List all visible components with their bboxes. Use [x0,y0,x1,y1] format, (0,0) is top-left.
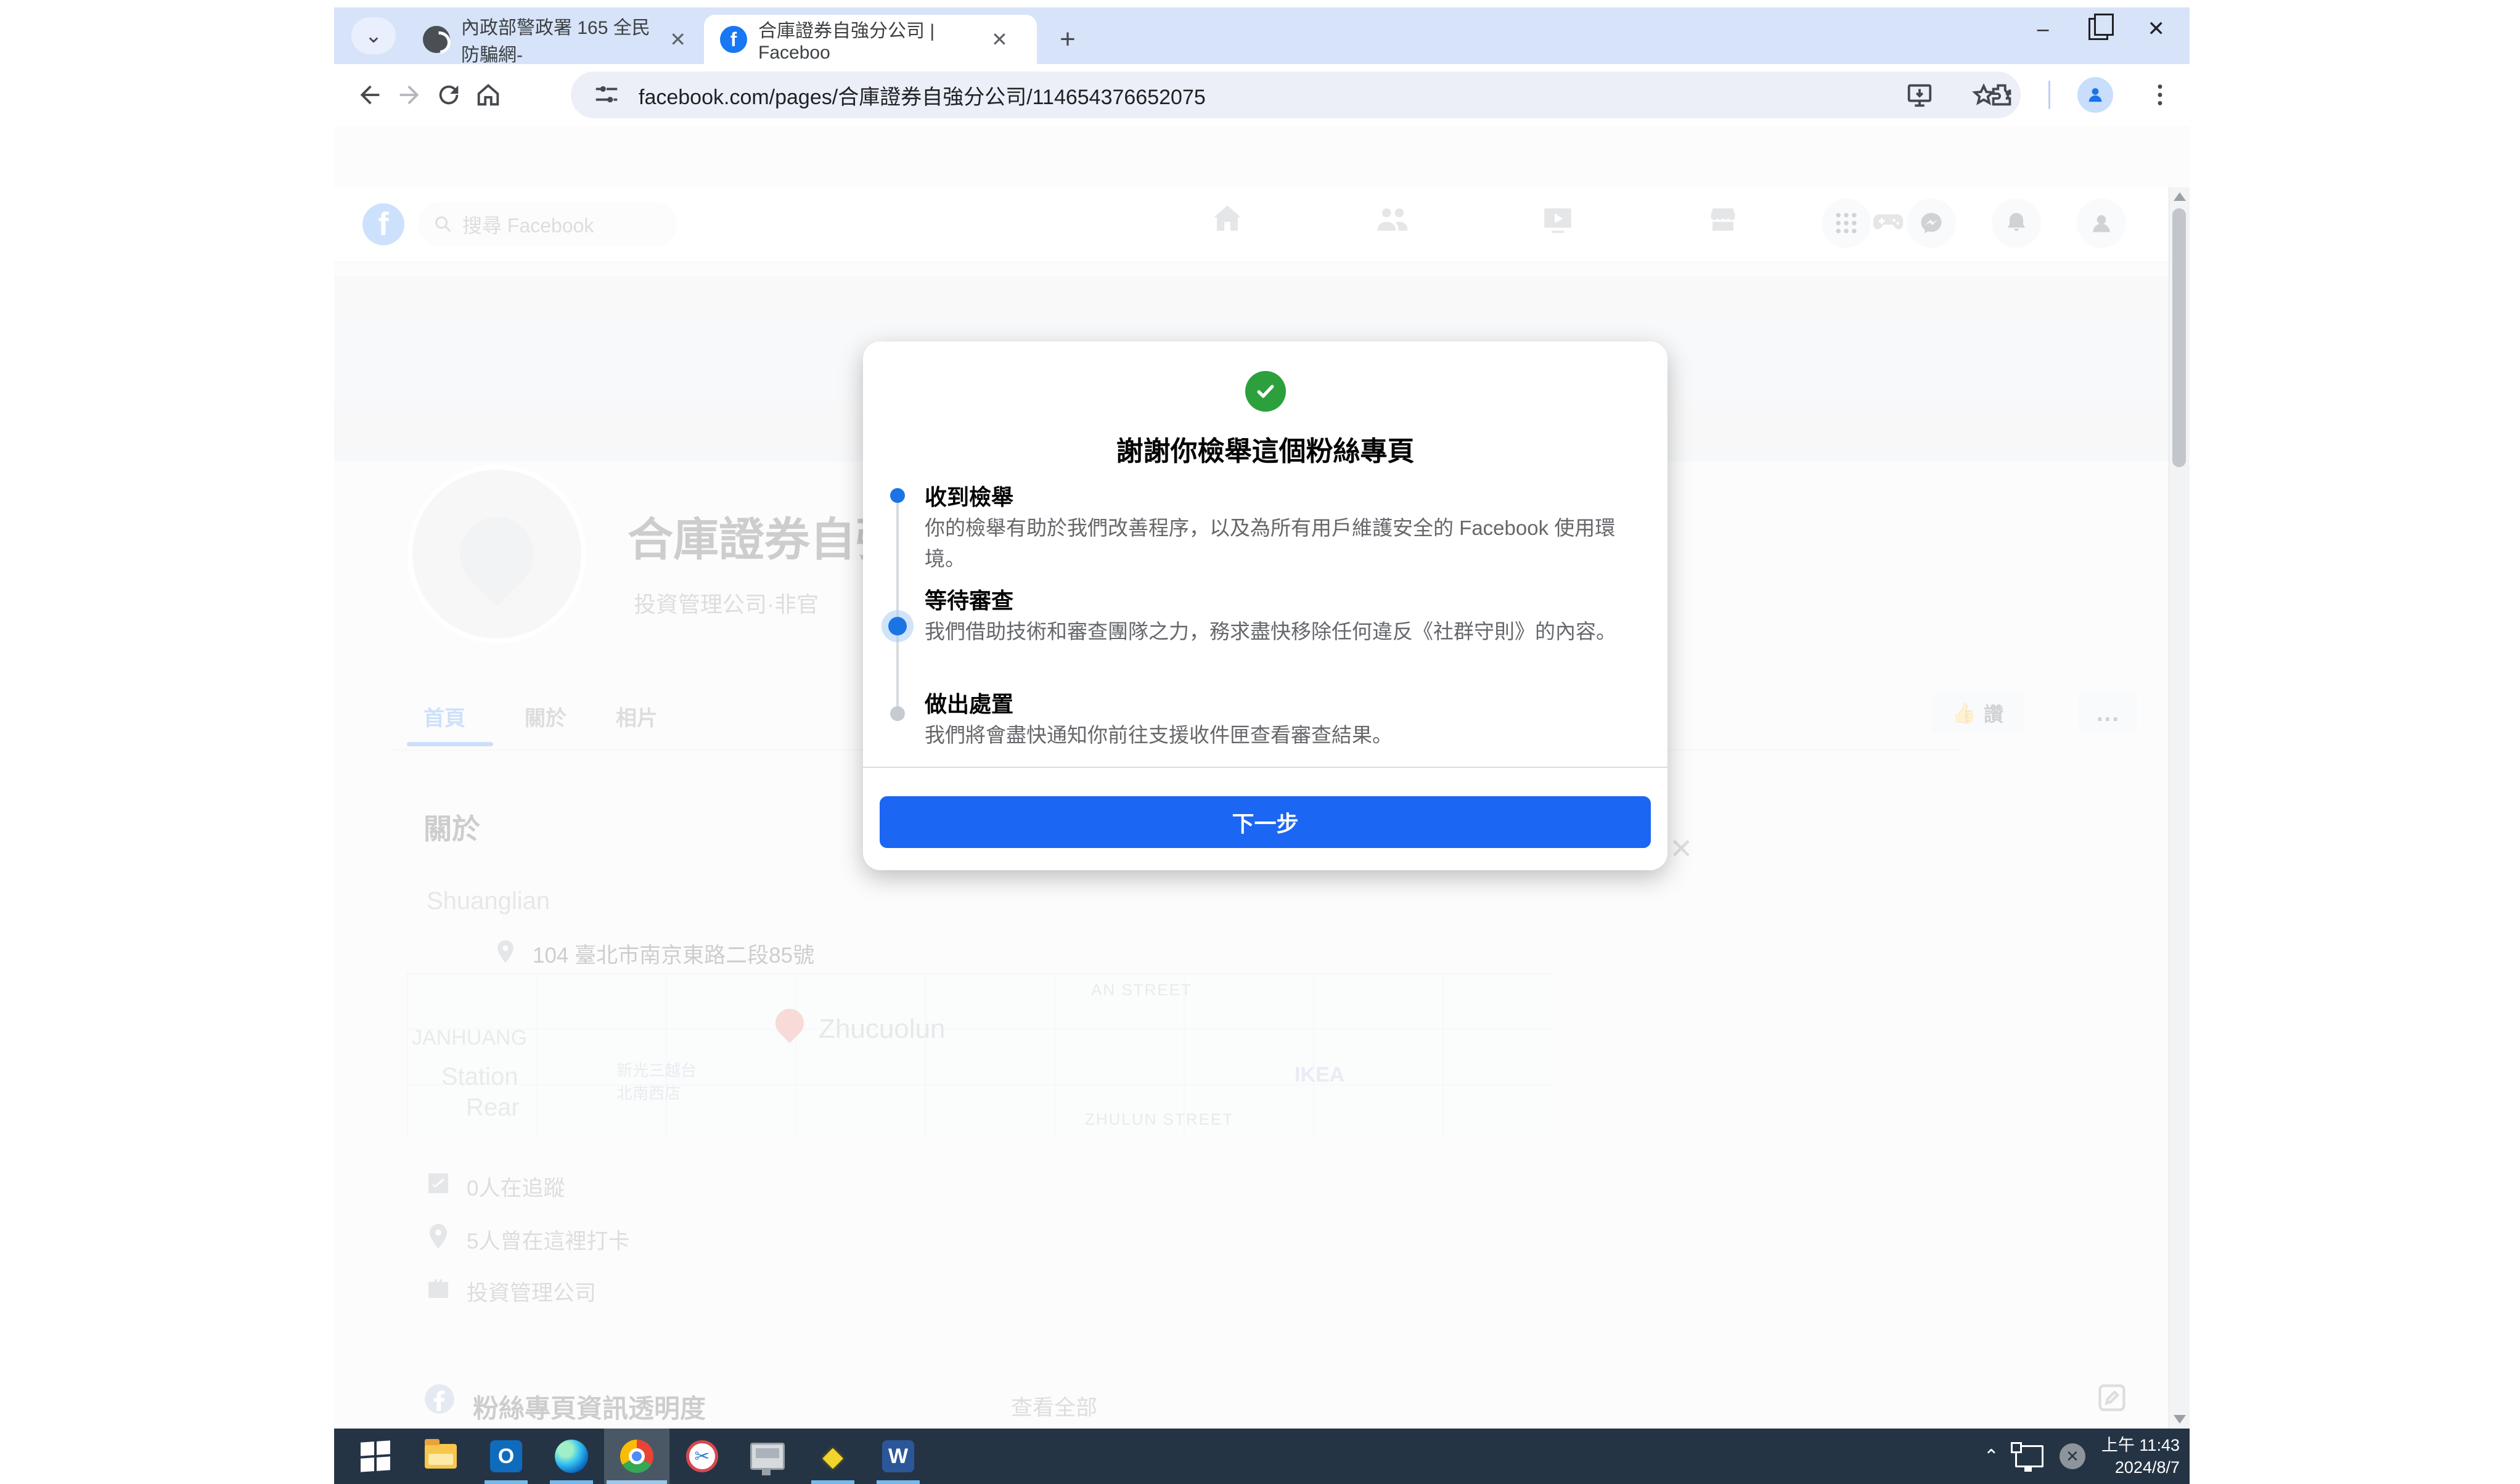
clock-date: 2024/8/7 [2114,1458,2180,1477]
chevron-down-icon: ⌄ [364,24,383,47]
back-button[interactable] [350,75,390,115]
browser-tab-strip: ⌄ 內政部警政署 165 全民防騙網- ✕ f 合庫證券自強分公司 | Face… [334,7,2190,65]
taskbar-word[interactable]: W [865,1429,931,1484]
tab-search-button[interactable]: ⌄ [351,17,396,54]
window-controls: – ✕ [2037,7,2190,51]
browser-menu-kebab-icon[interactable] [2140,75,2180,115]
taskbar-outlook[interactable]: O [473,1429,539,1484]
scroll-up-icon[interactable] [2174,192,2186,201]
dialog-title: 謝謝你檢舉這個粉絲專頁 [1116,436,1415,467]
step-rail [896,497,899,716]
taskbar-snipping-tool[interactable]: ✂ [669,1429,735,1484]
windows-taskbar: O ✂ ◆ W ⌃ ✕ 上午 11:43 2024/8/7 [334,1429,2190,1484]
tab-favicon-facebook-icon: f [720,26,747,53]
step3-title: 做出處置 [925,691,1014,717]
chrome-icon [620,1440,653,1473]
scrollbar-thumb[interactable] [2172,208,2186,467]
edge-icon [555,1440,588,1473]
scissors-icon: ✂ [686,1440,718,1472]
tab-title: 內政部警政署 165 全民防騙網- [461,18,650,65]
taskbar-edge[interactable] [539,1429,604,1484]
taskbar-chrome[interactable] [604,1429,669,1484]
url-text: facebook.com/pages/合庫證券自強分公司/11465437665… [639,85,1206,109]
close-window-button[interactable]: ✕ [2148,17,2166,41]
start-button[interactable] [343,1429,408,1484]
success-check-icon [1245,371,1286,412]
step3-dot-pending [890,706,905,721]
tab-title: 合庫證券自強分公司 | Faceboo [758,21,935,63]
taskbar-file-explorer[interactable] [408,1429,473,1484]
taskbar-clock[interactable]: 上午 11:43 2024/8/7 [2101,1434,2180,1478]
toolbar-separator [2048,81,2050,109]
browser-toolbar: facebook.com/pages/合庫證券自強分公司/11465437665… [334,64,2190,126]
step2-dot-active [888,617,907,635]
folder-icon [425,1439,457,1469]
step3-desc: 我們將會盡快通知你前往支援收件匣查看審查結果。 [925,724,1393,746]
tab-close-icon[interactable]: ✕ [991,28,1008,51]
step1-title: 收到檢舉 [925,484,1014,510]
new-tab-button[interactable]: + [1049,21,1086,58]
scroll-down-icon[interactable] [2174,1415,2186,1424]
screenshot-root: ⌄ 內政部警政署 165 全民防騙網- ✕ f 合庫證券自強分公司 | Face… [0,0,2520,1484]
install-app-icon[interactable] [1900,75,1939,115]
minimize-button[interactable]: – [2037,17,2049,41]
diamond-icon: ◆ [822,1441,843,1472]
report-thanks-dialog: 謝謝你檢舉這個粉絲專頁 收到檢舉 你的檢舉有助於我們改善程序，以及為所有用戶維護… [863,341,1667,870]
page-viewport: f 搜尋 Facebook [334,126,2190,1429]
word-icon: W [882,1440,914,1472]
system-tray: ⌃ ✕ 上午 11:43 2024/8/7 [1984,1429,2190,1484]
dialog-divider [863,767,1667,768]
browser-tab-165[interactable]: 內政部警政署 165 全民防騙網- ✕ [407,15,700,65]
restore-button[interactable] [2088,14,2114,40]
page-scrollbar[interactable] [2169,187,2190,1429]
clock-time: 上午 11:43 [2101,1436,2180,1454]
tab-favicon-165-icon [423,26,450,53]
step2-desc: 我們借助技術和審查團隊之力，務求盡快移除任何違反《社群守則》的內容。 [925,620,1616,643]
muted-status-icon[interactable]: ✕ [2059,1443,2085,1469]
address-bar[interactable]: facebook.com/pages/合庫證券自強分公司/11465437665… [571,71,2021,118]
home-button[interactable] [468,75,508,115]
forward-button[interactable] [390,75,429,115]
windows-logo-icon [361,1440,390,1472]
network-icon[interactable] [2010,1442,2043,1472]
browser-tab-facebook[interactable]: f 合庫證券自強分公司 | Faceboo ✕ [704,15,1037,64]
taskbar-gem-app[interactable]: ◆ [800,1429,865,1484]
step2-title: 等待審查 [925,588,1014,613]
tray-chevron-icon[interactable]: ⌃ [1984,1446,1999,1467]
monitor-icon [750,1443,785,1475]
step1-desc: 你的檢舉有助於我們改善程序，以及為所有用戶維護安全的 Facebook 使用環境… [925,516,1616,570]
extensions-icon[interactable] [1982,75,2021,115]
reload-button[interactable] [429,75,468,115]
step1-dot-done [890,488,905,503]
outlook-icon: O [490,1440,522,1472]
windows-screen: ⌄ 內政部警政署 165 全民防騙網- ✕ f 合庫證券自強分公司 | Face… [334,7,2190,1484]
next-step-button[interactable]: 下一步 [880,796,1651,848]
taskbar-system-monitor[interactable] [735,1429,800,1484]
browser-profile-avatar[interactable] [2077,77,2113,113]
tab-close-icon[interactable]: ✕ [669,28,686,51]
site-settings-tune-icon[interactable] [587,75,626,115]
